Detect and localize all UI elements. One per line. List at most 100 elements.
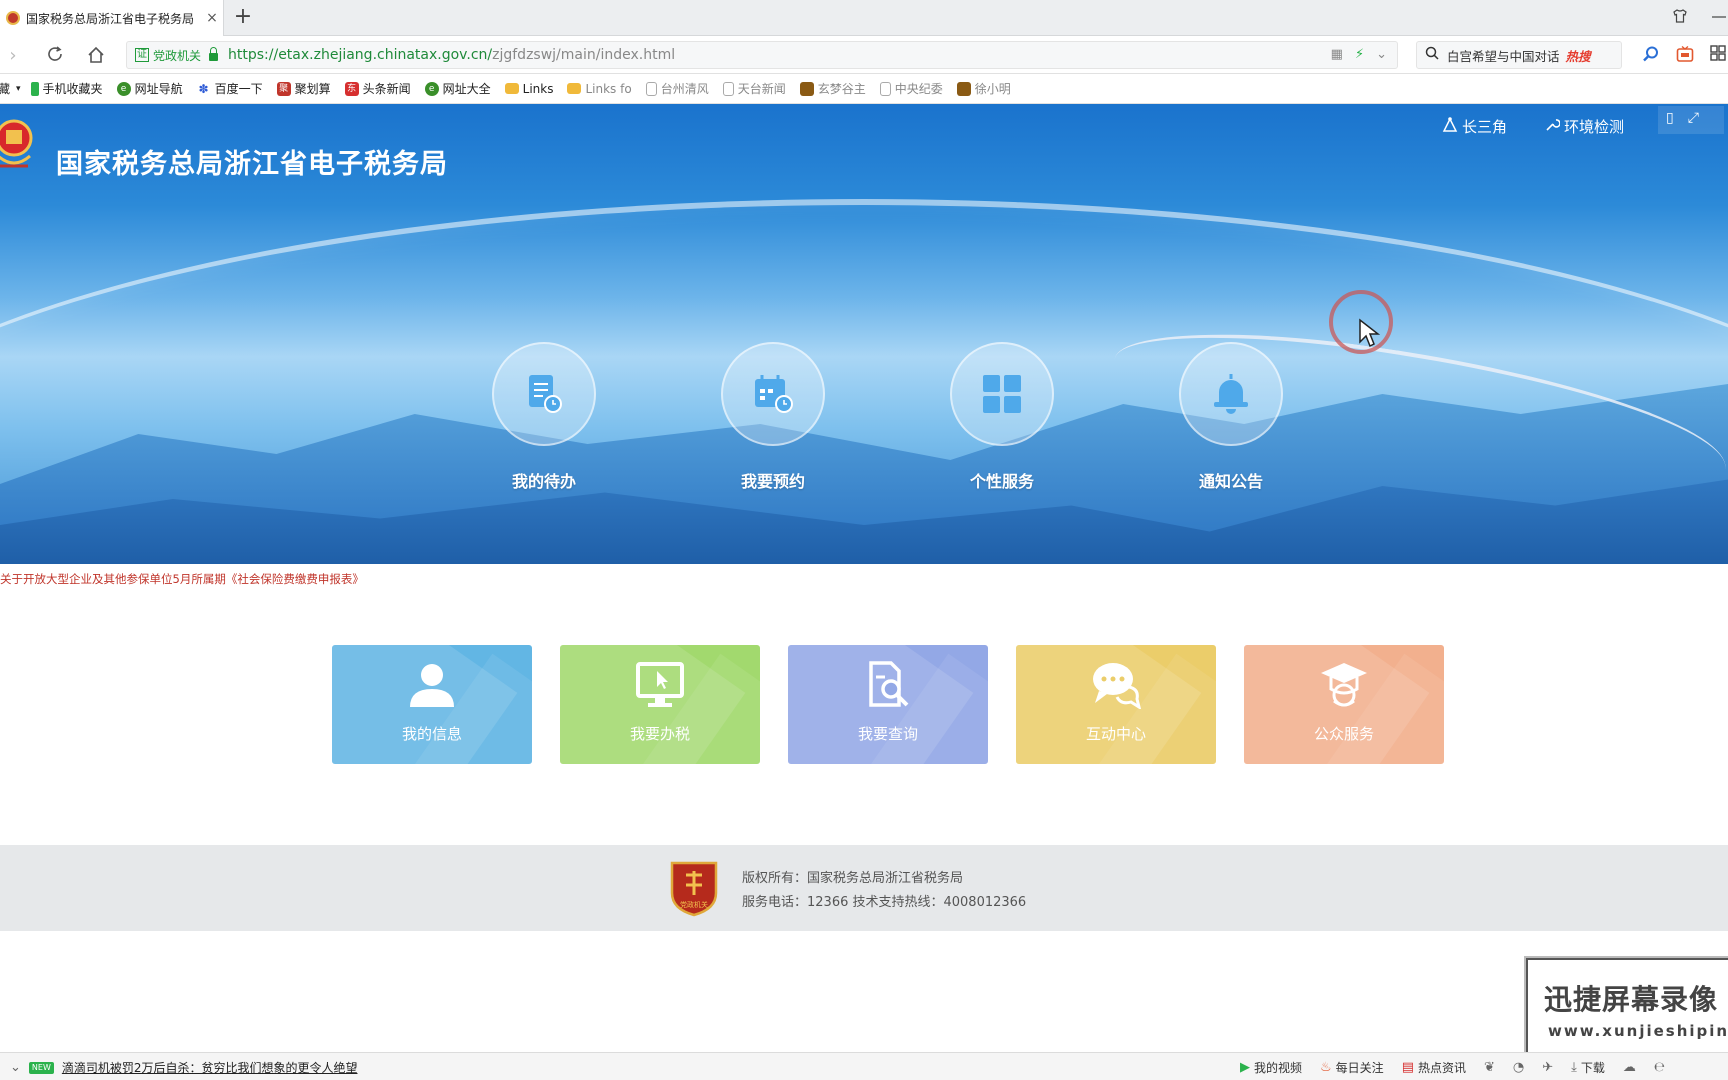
wrench-icon (1544, 117, 1561, 137)
card-public-service[interactable]: 公众服务 (1244, 645, 1444, 764)
download-label: 下载 (1580, 1061, 1605, 1075)
bookmark-item[interactable]: 徐小明 (956, 80, 1011, 97)
bookmark-item[interactable]: 聚 聚划算 (276, 80, 331, 97)
grid-apps-icon (950, 342, 1054, 446)
card-label: 我的信息 (401, 725, 462, 743)
lock-icon[interactable] (209, 47, 219, 61)
restore-window-icon[interactable]: ▯ (1666, 110, 1674, 130)
search-hot-query: 白宫希望与中国对话 (1447, 48, 1560, 64)
watermark-title: 迅捷屏幕录像 (1544, 983, 1719, 1016)
speed-dial-icon[interactable]: ◔ (1513, 1060, 1524, 1075)
search-go-icon[interactable] (1642, 45, 1660, 68)
new-tab-button[interactable]: + (230, 5, 256, 31)
card-tax-handling[interactable]: 我要办税 (560, 645, 760, 764)
env-check-label: 环境检测 (1564, 118, 1625, 136)
footer-copyright: 版权所有：国家税务总局浙江省税务局 (742, 871, 964, 886)
qr-code-icon[interactable]: ▦ (1331, 47, 1343, 62)
daily-focus-link[interactable]: ♨ 每日关注 (1320, 1059, 1384, 1076)
address-dropdown-icon[interactable]: ⌄ (1376, 47, 1387, 62)
leaf-icon[interactable]: ❦ (1484, 1060, 1495, 1075)
speed-mode-icon[interactable]: ⚡ (1355, 47, 1364, 62)
news-icon: ▤ (1401, 1060, 1414, 1075)
home-icon[interactable] (85, 45, 107, 67)
card-label: 我要办税 (629, 725, 690, 743)
news-ticker-link[interactable]: 滴滴司机被罚2万后自杀：贫穷比我们想象的更令人绝望 (62, 1059, 358, 1076)
bookmark-label: 头条新闻 (362, 82, 411, 96)
bookmark-label: 台州清风 (660, 82, 709, 96)
user-icon (410, 664, 454, 707)
footer-info: 版权所有：国家税务总局浙江省税务局 服务电话：12366 技术支持热线：4008… (742, 867, 1026, 915)
browser-logo-icon[interactable]: ℮ (1654, 1060, 1665, 1075)
navigation-site-icon: e (424, 81, 439, 96)
watermark-url: www.xunjieshipin (1548, 1022, 1728, 1040)
gov-badge-icon: 证 (135, 48, 149, 62)
download-icon: ⤓ (1571, 1060, 1577, 1075)
region-label: 长三角 (1462, 118, 1508, 136)
hot-news-link[interactable]: ▤ 热点资讯 (1402, 1059, 1466, 1076)
bookmark-item[interactable]: 台州清风 (645, 80, 709, 97)
card-label: 公众服务 (1313, 725, 1374, 743)
tv-icon[interactable] (1676, 45, 1694, 68)
region-link[interactable]: 长三角 (1442, 116, 1507, 137)
gov-verified-badge[interactable]: 证 党政机关 (135, 47, 201, 64)
browser-tab-active[interactable]: 国家税务总局浙江省电子税务局 × (0, 0, 224, 36)
service-personal[interactable]: 个性服务 (950, 342, 1054, 492)
bookmark-label: 聚划算 (294, 82, 331, 96)
service-appointment[interactable]: 我要预约 (721, 342, 825, 492)
site-logo-icon (956, 81, 971, 96)
bookmark-label: 网址大全 (442, 82, 491, 96)
my-videos-link[interactable]: ▶ 我的视频 (1240, 1059, 1302, 1076)
bookmark-label: 手机收藏夹 (42, 82, 103, 96)
bookmark-item[interactable]: Links fo (567, 81, 632, 96)
toutiao-icon: 东 (344, 81, 359, 96)
bookmark-item[interactable]: 东 头条新闻 (344, 80, 411, 97)
bookmark-label: 网址导航 (134, 82, 183, 96)
monitor-cursor-icon (636, 662, 684, 707)
service-label: 通知公告 (1198, 472, 1263, 491)
party-gov-shield-logo[interactable]: 党政机关 (668, 859, 720, 917)
page-icon (722, 81, 734, 96)
url-path: zjgfdzswj/main/index.html (492, 47, 676, 63)
window-tools: ▯ ⤢ (1658, 106, 1724, 134)
minimize-icon[interactable] (1712, 10, 1726, 26)
document-search-icon (869, 661, 909, 707)
bookmark-label: Links fo (585, 81, 632, 96)
download-link[interactable]: ⤓ 下载 (1571, 1059, 1605, 1076)
screen-recorder-watermark: 迅捷屏幕录像 www.xunjieshipin (1526, 958, 1728, 1058)
bookmark-item[interactable]: e 网址导航 (116, 80, 183, 97)
search-box[interactable]: 白宫希望与中国对话 热搜 (1416, 41, 1622, 69)
card-my-info[interactable]: 我的信息 (332, 645, 532, 764)
service-my-todo[interactable]: 我的待办 (492, 342, 596, 492)
cloud-sync-icon[interactable]: ☁ (1623, 1060, 1636, 1075)
card-interaction[interactable]: 互动中心 (1016, 645, 1216, 764)
fullscreen-icon[interactable]: ⤢ (1688, 110, 1699, 130)
bookmark-item[interactable]: Links (504, 82, 553, 96)
bookmark-item[interactable]: 手机收藏夹 (30, 80, 103, 97)
address-bar[interactable]: 证 党政机关 https://etax.zhejiang.chinatax.go… (126, 41, 1398, 69)
apps-grid-icon[interactable] (1710, 45, 1726, 66)
bookmark-item[interactable]: 收藏 ▾ (0, 80, 21, 97)
tax-bureau-emblem-icon (0, 119, 33, 168)
card-label: 我要查询 (857, 725, 918, 743)
rocket-icon[interactable]: ✈ (1542, 1060, 1553, 1075)
bookmark-item[interactable]: 玄梦谷主 (799, 80, 866, 97)
notice-marquee[interactable]: 关于开放大型企业及其他参保单位5月所属期《社会保险费缴费申报表》 (0, 571, 364, 587)
bookmark-label: 中央纪委 (894, 82, 943, 96)
tab-close-icon[interactable]: × (201, 10, 223, 26)
card-query[interactable]: 我要查询 (788, 645, 988, 764)
bookmark-item[interactable]: e 网址大全 (424, 80, 491, 97)
env-check-link[interactable]: 环境检测 (1544, 116, 1624, 137)
skin-shirt-icon[interactable] (1672, 8, 1688, 28)
chevron-down-icon[interactable]: ⌄ (10, 1060, 21, 1075)
mouse-cursor-icon (1359, 318, 1380, 348)
service-notices[interactable]: 通知公告 (1179, 342, 1283, 492)
bookmark-item[interactable]: ✽ 百度一下 (196, 80, 263, 97)
bookmark-item[interactable]: 中央纪委 (879, 80, 943, 97)
bookmark-label: 玄梦谷主 (817, 82, 866, 96)
reload-icon[interactable] (44, 45, 66, 67)
tax-emblem-favicon-icon (6, 11, 20, 25)
bookmark-item[interactable]: 天台新闻 (722, 80, 786, 97)
forward-icon[interactable]: › (2, 45, 24, 67)
footer-contact: 服务电话：12366 技术支持热线：4008012366 (742, 895, 1027, 910)
bookmark-label: 百度一下 (214, 82, 263, 96)
